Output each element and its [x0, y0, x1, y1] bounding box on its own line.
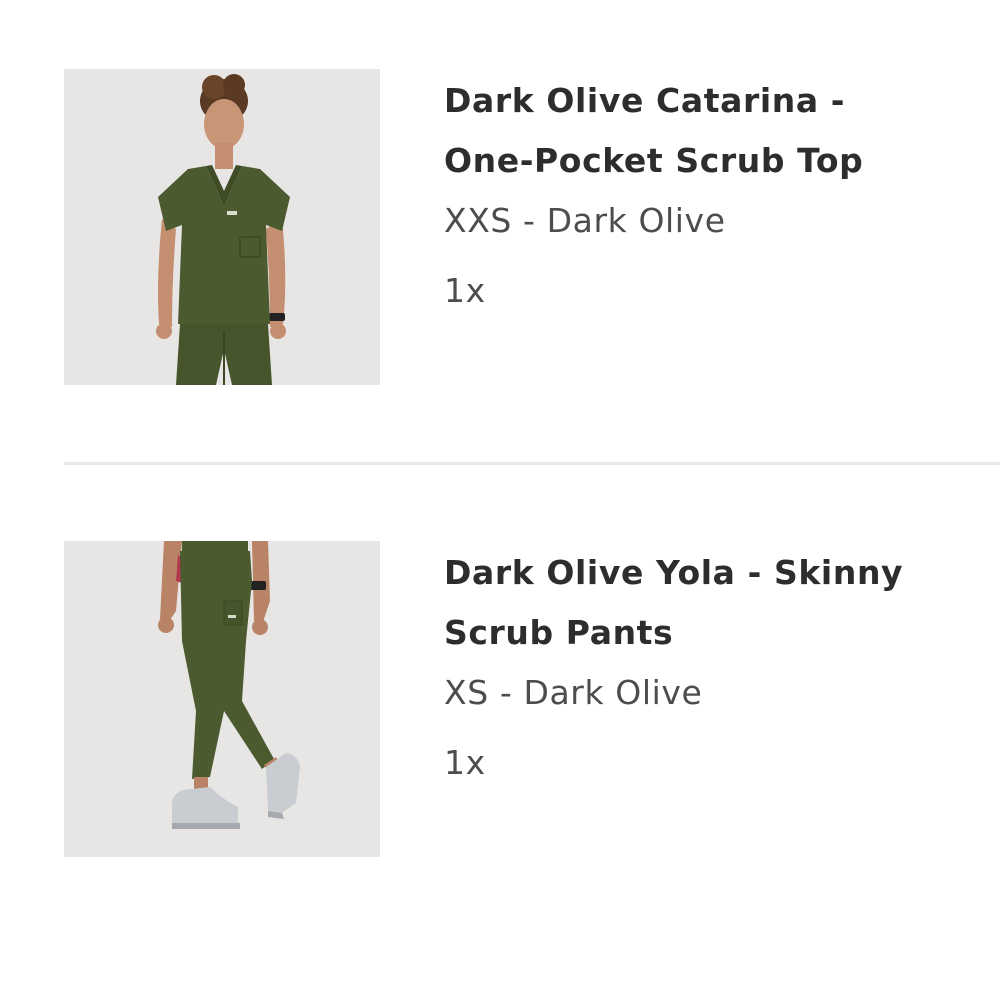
- product-image[interactable]: [64, 69, 380, 385]
- product-variant: XS - Dark Olive: [444, 673, 703, 712]
- product-title-line: One-Pocket Scrub Top: [444, 141, 864, 180]
- product-title-line: Dark Olive Catarina -: [444, 81, 846, 120]
- product-title-line: Dark Olive Yola - Skinny: [444, 553, 904, 592]
- product-title[interactable]: Dark Olive Catarina - One-Pocket Scrub T…: [444, 71, 984, 191]
- scrub-top-photo: [64, 69, 380, 385]
- product-info: Dark Olive Catarina - One-Pocket Scrub T…: [444, 69, 984, 319]
- product-quantity: 1x: [444, 271, 486, 310]
- product-title[interactable]: Dark Olive Yola - Skinny Scrub Pants: [444, 543, 984, 663]
- product-image[interactable]: [64, 541, 380, 857]
- scrub-pants-photo: [64, 541, 380, 857]
- product-info: Dark Olive Yola - Skinny Scrub Pants XS …: [444, 541, 984, 791]
- product-title-line: Scrub Pants: [444, 613, 674, 652]
- product-quantity: 1x: [444, 743, 486, 782]
- cart-item: Dark Olive Catarina - One-Pocket Scrub T…: [64, 69, 1000, 385]
- item-divider: [64, 462, 1000, 465]
- product-variant: XXS - Dark Olive: [444, 201, 726, 240]
- cart-item: Dark Olive Yola - Skinny Scrub Pants XS …: [64, 541, 1000, 857]
